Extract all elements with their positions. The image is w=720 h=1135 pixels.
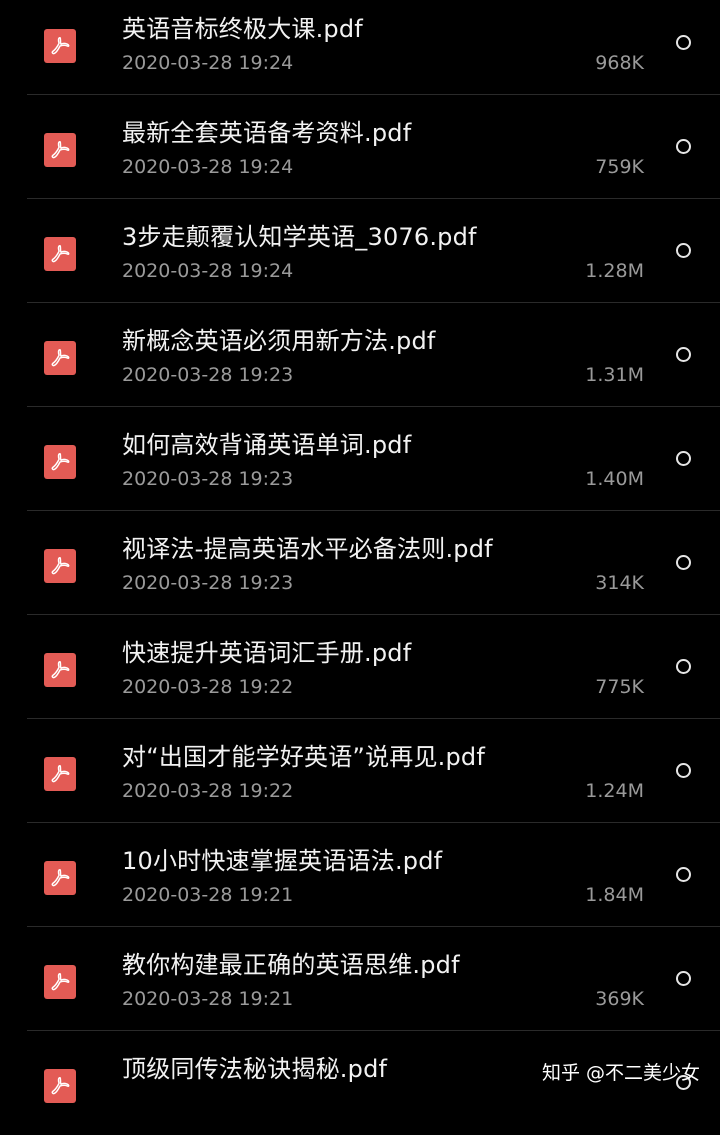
file-name: 新概念英语必须用新方法.pdf: [122, 327, 436, 355]
pdf-file-icon: [44, 133, 76, 167]
file-size: 1.24M: [585, 780, 644, 802]
pdf-file-icon: [44, 341, 76, 375]
select-radio[interactable]: [676, 971, 691, 986]
pdf-file-icon: [44, 445, 76, 479]
file-name: 顶级同传法秘诀揭秘.pdf: [122, 1055, 388, 1083]
file-row[interactable]: 英语音标终极大课.pdf 2020-03-28 19:24 968K: [0, 0, 720, 95]
pdf-file-icon: [44, 861, 76, 895]
file-row[interactable]: 如何高效背诵英语单词.pdf 2020-03-28 19:23 1.40M: [0, 407, 720, 511]
file-size: 775K: [595, 676, 644, 698]
file-date: 2020-03-28 19:21: [122, 988, 294, 1010]
file-name: 10小时快速掌握英语语法.pdf: [122, 847, 443, 875]
file-name: 英语音标终极大课.pdf: [122, 15, 363, 43]
file-date: 2020-03-28 19:23: [122, 468, 294, 490]
select-radio[interactable]: [676, 555, 691, 570]
select-radio[interactable]: [676, 451, 691, 466]
file-size: 314K: [595, 572, 644, 594]
select-radio[interactable]: [676, 139, 691, 154]
file-name: 3步走颠覆认知学英语_3076.pdf: [122, 223, 477, 251]
file-size: 1.28M: [585, 260, 644, 282]
file-name: 视译法-提高英语水平必备法则.pdf: [122, 535, 493, 563]
file-name: 教你构建最正确的英语思维.pdf: [122, 951, 460, 979]
select-radio[interactable]: [676, 347, 691, 362]
select-radio[interactable]: [676, 35, 691, 50]
file-date: 2020-03-28 19:24: [122, 156, 294, 178]
file-date: 2020-03-28 19:22: [122, 676, 294, 698]
pdf-file-icon: [44, 965, 76, 999]
pdf-file-icon: [44, 757, 76, 791]
select-radio[interactable]: [676, 867, 691, 882]
file-name: 快速提升英语词汇手册.pdf: [122, 639, 412, 667]
select-radio[interactable]: [676, 659, 691, 674]
file-size: 1.40M: [585, 468, 644, 490]
file-row[interactable]: 3步走颠覆认知学英语_3076.pdf 2020-03-28 19:24 1.2…: [0, 199, 720, 303]
file-row[interactable]: 快速提升英语词汇手册.pdf 2020-03-28 19:22 775K: [0, 615, 720, 719]
pdf-file-icon: [44, 1069, 76, 1103]
file-date: 2020-03-28 19:21: [122, 884, 294, 906]
file-size: 968K: [595, 52, 644, 74]
file-date: 2020-03-28 19:23: [122, 572, 294, 594]
file-name: 最新全套英语备考资料.pdf: [122, 119, 412, 147]
file-name: 如何高效背诵英语单词.pdf: [122, 431, 412, 459]
file-row[interactable]: 10小时快速掌握英语语法.pdf 2020-03-28 19:21 1.84M: [0, 823, 720, 927]
file-row[interactable]: 新概念英语必须用新方法.pdf 2020-03-28 19:23 1.31M: [0, 303, 720, 407]
file-row[interactable]: 教你构建最正确的英语思维.pdf 2020-03-28 19:21 369K: [0, 927, 720, 1031]
file-name: 对“出国才能学好英语”说再见.pdf: [122, 743, 486, 771]
file-date: 2020-03-28 19:24: [122, 52, 294, 74]
file-date: 2020-03-28 19:24: [122, 260, 294, 282]
file-list: 英语音标终极大课.pdf 2020-03-28 19:24 968K 最新全套英…: [0, 0, 720, 1135]
file-size: 759K: [595, 156, 644, 178]
watermark: 知乎 @不二美少女: [541, 1062, 700, 1084]
select-radio[interactable]: [676, 763, 691, 778]
file-size: 369K: [595, 988, 644, 1010]
select-radio[interactable]: [676, 243, 691, 258]
file-size: 1.84M: [585, 884, 644, 906]
pdf-file-icon: [44, 653, 76, 687]
file-size: 1.31M: [585, 364, 644, 386]
pdf-file-icon: [44, 29, 76, 63]
file-date: 2020-03-28 19:22: [122, 780, 294, 802]
file-row[interactable]: 视译法-提高英语水平必备法则.pdf 2020-03-28 19:23 314K: [0, 511, 720, 615]
file-row[interactable]: 对“出国才能学好英语”说再见.pdf 2020-03-28 19:22 1.24…: [0, 719, 720, 823]
file-date: 2020-03-28 19:23: [122, 364, 294, 386]
file-row[interactable]: 最新全套英语备考资料.pdf 2020-03-28 19:24 759K: [0, 95, 720, 199]
pdf-file-icon: [44, 549, 76, 583]
pdf-file-icon: [44, 237, 76, 271]
